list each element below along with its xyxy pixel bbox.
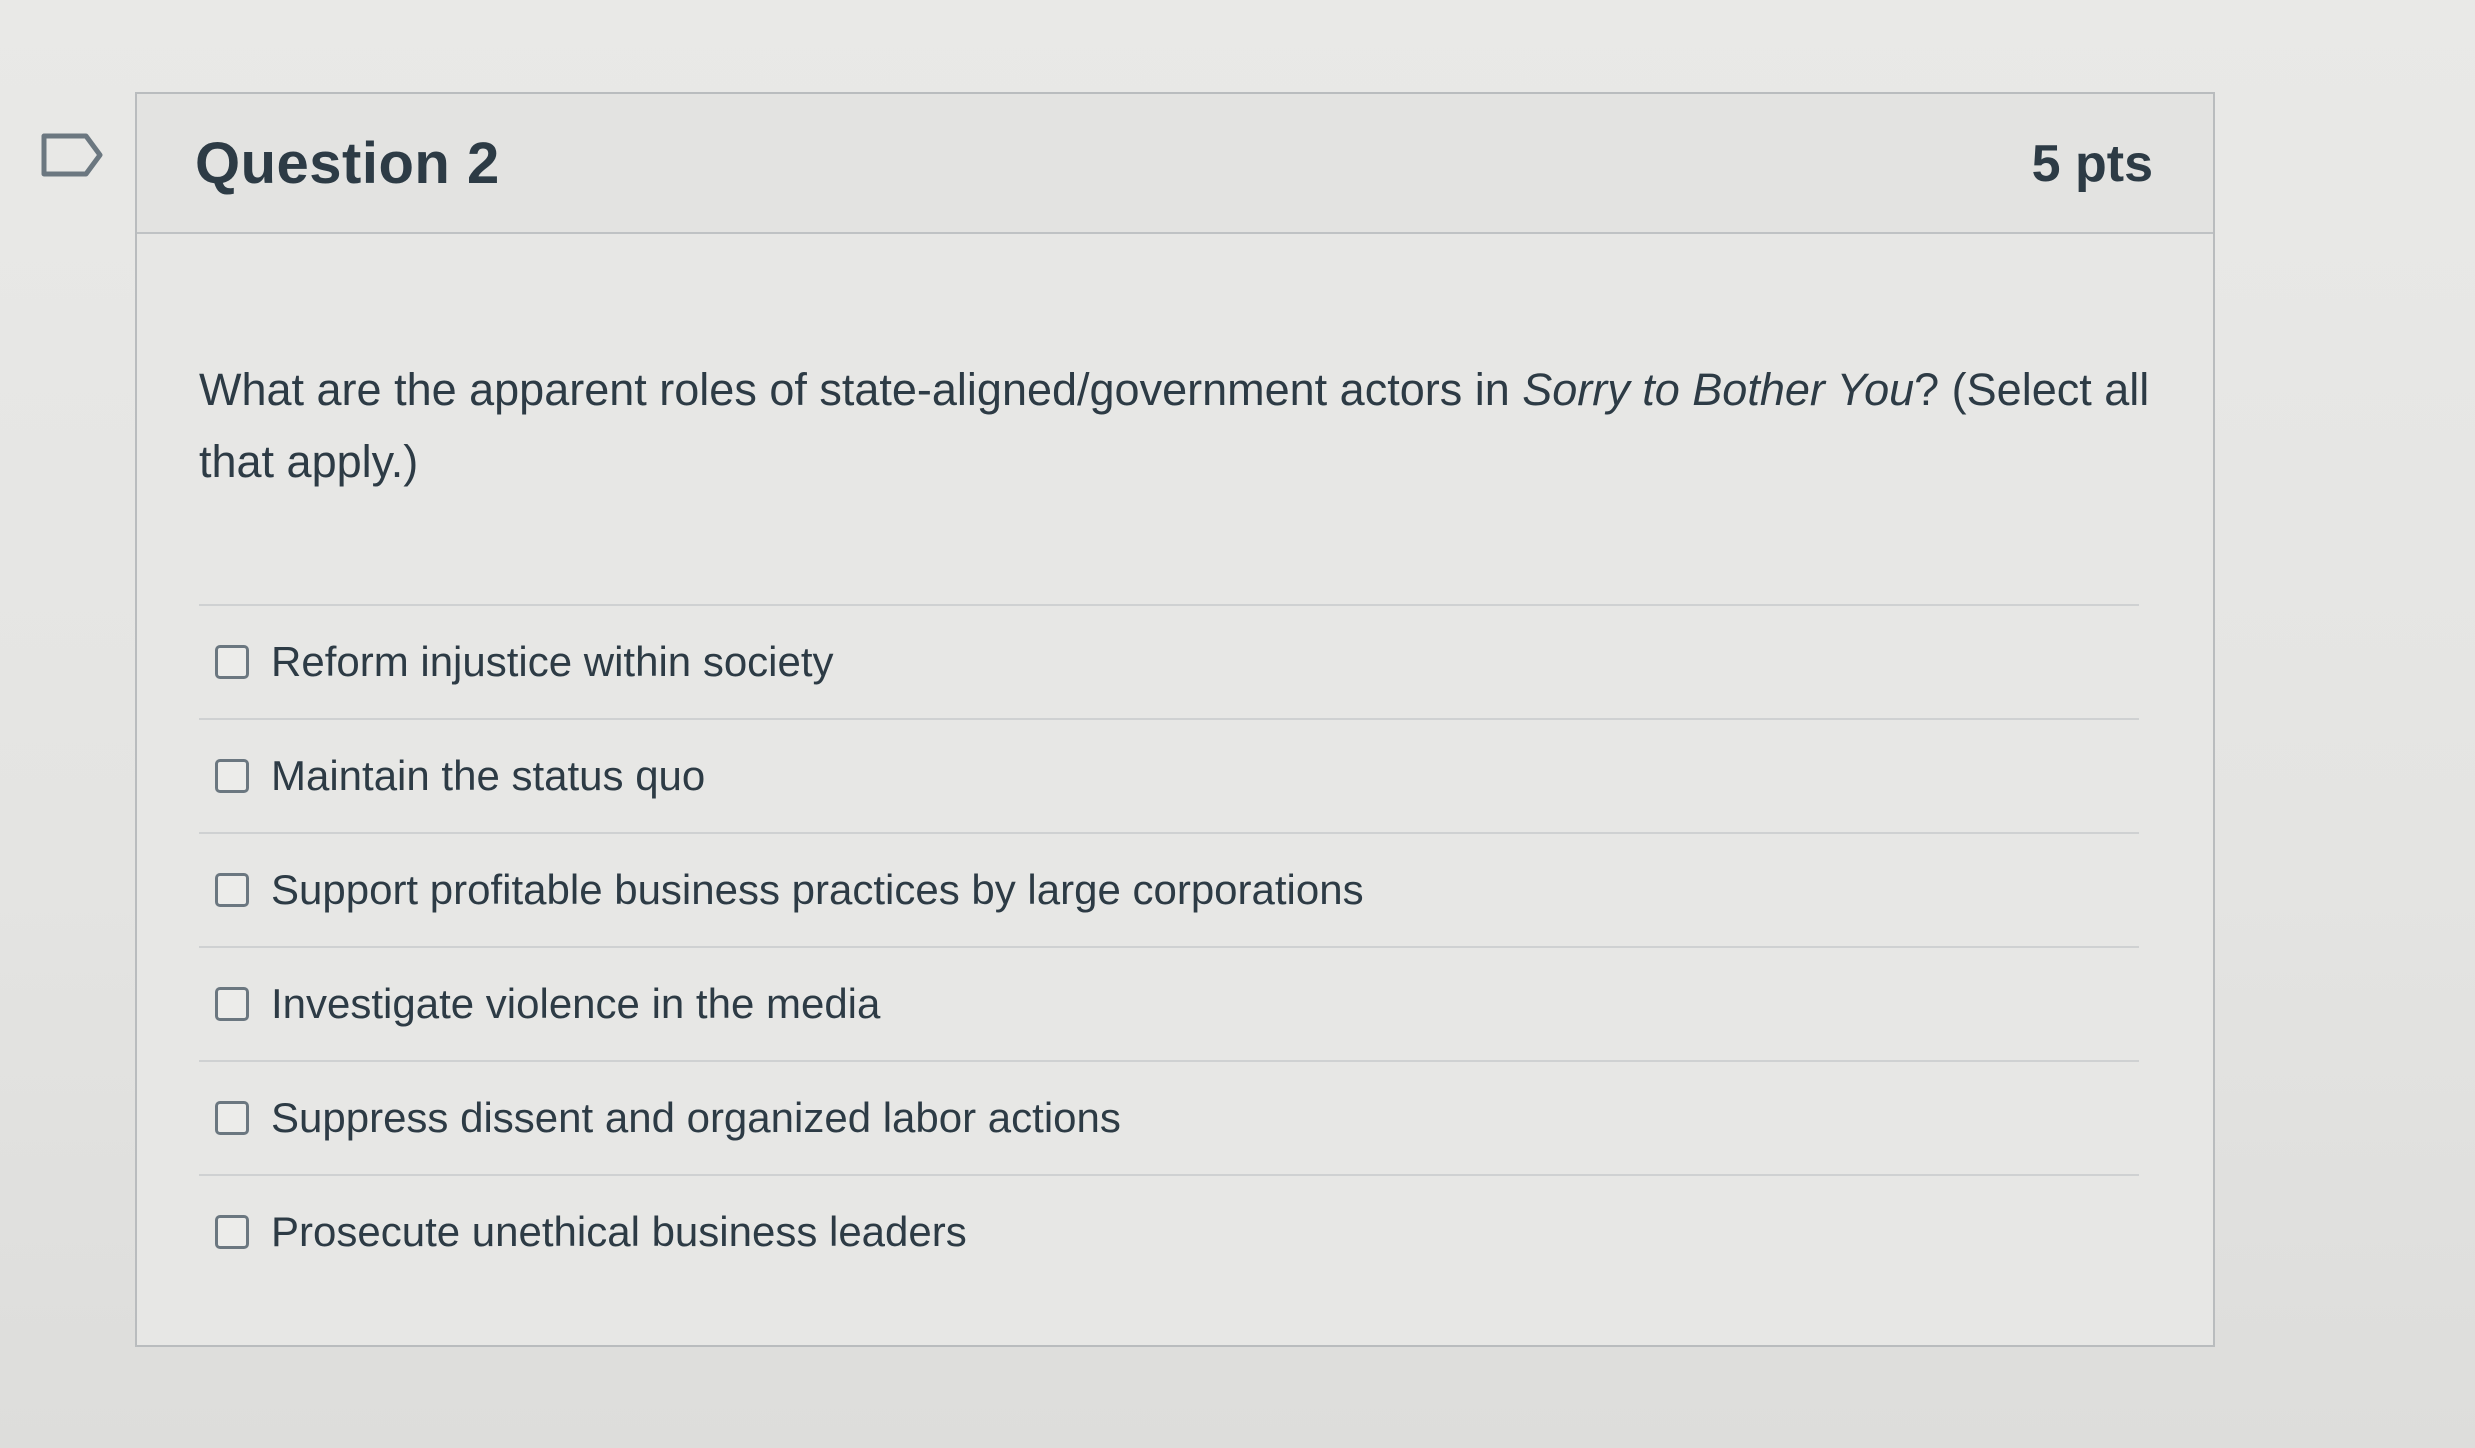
answer-list: Reform injustice within society Maintain…: [199, 604, 2139, 1288]
checkbox-icon[interactable]: [215, 1101, 249, 1135]
answer-option[interactable]: Prosecute unethical business leaders: [199, 1174, 2139, 1288]
question-points: 5 pts: [2031, 135, 2153, 193]
flag-question-icon[interactable]: [40, 132, 106, 178]
answer-label[interactable]: Prosecute unethical business leaders: [271, 1208, 967, 1256]
answer-option[interactable]: Maintain the status quo: [199, 718, 2139, 832]
answer-option[interactable]: Investigate violence in the media: [199, 946, 2139, 1060]
checkbox-icon[interactable]: [215, 1215, 249, 1249]
answer-option[interactable]: Support profitable business practices by…: [199, 832, 2139, 946]
question-text: What are the apparent roles of state-ali…: [199, 354, 2159, 498]
answer-label[interactable]: Maintain the status quo: [271, 752, 705, 800]
checkbox-icon[interactable]: [215, 645, 249, 679]
question-title: Question 2: [195, 131, 500, 196]
answer-label[interactable]: Suppress dissent and organized labor act…: [271, 1094, 1121, 1142]
checkbox-icon[interactable]: [215, 873, 249, 907]
question-card: Question 2 5 pts What are the apparent r…: [135, 92, 2215, 1347]
answer-option[interactable]: Suppress dissent and organized labor act…: [199, 1060, 2139, 1174]
answer-label[interactable]: Investigate violence in the media: [271, 980, 880, 1028]
checkbox-icon[interactable]: [215, 759, 249, 793]
quiz-screen: Question 2 5 pts What are the apparent r…: [0, 0, 2475, 1448]
question-header: Question 2 5 pts: [137, 94, 2213, 234]
checkbox-icon[interactable]: [215, 987, 249, 1021]
answer-label[interactable]: Reform injustice within society: [271, 638, 834, 686]
answer-label[interactable]: Support profitable business practices by…: [271, 866, 1364, 914]
question-text-start: What are the apparent roles of state-ali…: [199, 364, 1523, 415]
question-text-title: Sorry to Bother You: [1522, 364, 1915, 415]
answer-option[interactable]: Reform injustice within society: [199, 604, 2139, 718]
